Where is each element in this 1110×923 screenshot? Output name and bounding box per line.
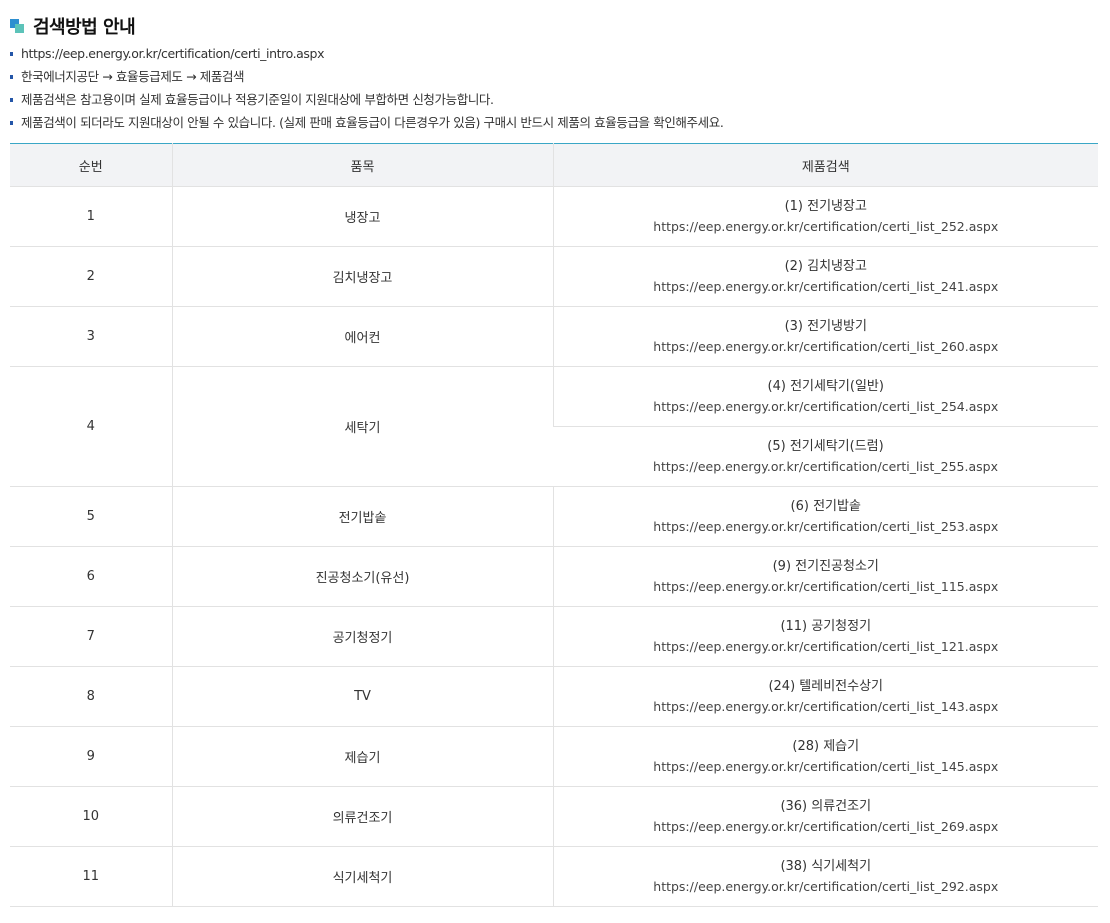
search-url[interactable]: https://eep.energy.or.kr/certification/c… xyxy=(554,517,1099,537)
guide-item-warning: 제품검색이 되더라도 지원대상이 안될 수 있습니다. (실제 판매 효율등급이… xyxy=(10,111,724,134)
row-item: 식기세척기 xyxy=(171,846,553,907)
table-row: 6 진공청소기(유선) (9) 전기진공청소기 https://eep.ener… xyxy=(10,546,1099,607)
row-number: 3 xyxy=(10,306,172,367)
search-url[interactable]: https://eep.energy.or.kr/certification/c… xyxy=(554,217,1099,237)
search-url[interactable]: https://eep.energy.or.kr/certification/c… xyxy=(554,637,1099,657)
row-item: 진공청소기(유선) xyxy=(171,546,553,607)
guide-item-path: 한국에너지공단 → 효율등급제도 → 제품검색 xyxy=(10,65,723,88)
search-label: (28) 제습기 xyxy=(792,738,860,754)
table-row: 3 에어컨 (3) 전기냉방기 https://eep.energy.or.kr… xyxy=(10,306,1099,367)
table-row: 4 세탁기 (4) 전기세탁기(일반) https://eep.energy.o… xyxy=(10,366,1099,487)
table-row: 11 식기세척기 (38) 식기세척기 https://eep.energy.o… xyxy=(10,846,1099,907)
search-url[interactable]: https://eep.energy.or.kr/certification/c… xyxy=(554,397,1099,417)
search-label: (3) 전기냉방기 xyxy=(784,318,867,334)
table-row: 2 김치냉장고 (2) 김치냉장고 https://eep.energy.or.… xyxy=(10,246,1099,307)
search-link[interactable]: (9) 전기진공청소기 https://eep.energy.or.kr/cer… xyxy=(552,546,1099,607)
search-label: (1) 전기냉장고 xyxy=(784,198,867,214)
search-link[interactable]: (6) 전기밥솥 https://eep.energy.or.kr/certif… xyxy=(552,486,1099,547)
search-link[interactable]: (5) 전기세탁기(드럼) https://eep.energy.or.kr/c… xyxy=(553,426,1098,487)
table-row: 8 TV (24) 텔레비전수상기 https://eep.energy.or.… xyxy=(10,666,1099,727)
row-item: 냉장고 xyxy=(171,186,553,247)
search-link[interactable]: (1) 전기냉장고 https://eep.energy.or.kr/certi… xyxy=(552,186,1099,247)
search-label: (6) 전기밥솥 xyxy=(790,498,861,514)
row-item: 전기밥솥 xyxy=(171,486,553,547)
page-title: 검색방법 안내 xyxy=(33,17,136,38)
search-link[interactable]: (28) 제습기 https://eep.energy.or.kr/certif… xyxy=(552,726,1099,787)
row-item: 공기청정기 xyxy=(171,606,553,667)
search-url[interactable]: https://eep.energy.or.kr/certification/c… xyxy=(554,577,1099,597)
square-bullet-icon xyxy=(10,75,13,79)
row-item: 김치냉장고 xyxy=(171,246,553,307)
row-number: 10 xyxy=(10,786,172,847)
column-header-item: 품목 xyxy=(171,143,553,187)
search-link[interactable]: (3) 전기냉방기 https://eep.energy.or.kr/certi… xyxy=(552,306,1099,367)
row-number: 5 xyxy=(10,486,172,547)
table-row: 7 공기청정기 (11) 공기청정기 https://eep.energy.or… xyxy=(10,606,1099,667)
search-link[interactable]: (11) 공기청정기 https://eep.energy.or.kr/cert… xyxy=(552,606,1099,667)
row-number: 2 xyxy=(10,246,172,307)
search-label: (9) 전기진공청소기 xyxy=(772,558,879,574)
search-url[interactable]: https://eep.energy.or.kr/certification/c… xyxy=(554,277,1099,297)
square-bullet-icon xyxy=(10,52,13,56)
two-squares-icon xyxy=(10,18,26,34)
search-url[interactable]: https://eep.energy.or.kr/certification/c… xyxy=(554,757,1099,777)
row-number: 4 xyxy=(10,366,172,487)
search-label: (11) 공기청정기 xyxy=(780,618,872,634)
row-item: 제습기 xyxy=(171,726,553,787)
row-number: 11 xyxy=(10,846,172,907)
row-item: 에어컨 xyxy=(171,306,553,367)
search-url[interactable]: https://eep.energy.or.kr/certification/c… xyxy=(553,457,1098,477)
row-item: TV xyxy=(171,666,553,727)
search-url[interactable]: https://eep.energy.or.kr/certification/c… xyxy=(554,817,1099,837)
guide-item-url[interactable]: https://eep.energy.or.kr/certification/c… xyxy=(10,42,723,65)
row-number: 8 xyxy=(10,666,172,727)
search-label: (5) 전기세탁기(드럼) xyxy=(767,438,884,454)
column-header-search: 제품검색 xyxy=(552,143,1098,187)
row-number: 1 xyxy=(10,186,172,247)
row-number: 6 xyxy=(10,546,172,607)
guide-item-notice: 제품검색은 참고용이며 실제 효율등급이나 적용기준일이 지원대상에 부합하면 … xyxy=(10,88,723,111)
row-number: 7 xyxy=(10,606,172,667)
row-item: 세탁기 xyxy=(171,366,553,487)
table-row: 10 의류건조기 (36) 의류건조기 https://eep.energy.o… xyxy=(10,786,1099,847)
guide-list: https://eep.energy.or.kr/certification/c… xyxy=(10,42,724,134)
search-url[interactable]: https://eep.energy.or.kr/certification/c… xyxy=(554,337,1099,357)
guide-item-text: 한국에너지공단 → 효율등급제도 → 제품검색 xyxy=(21,69,245,84)
table-row: 9 제습기 (28) 제습기 https://eep.energy.or.kr/… xyxy=(10,726,1099,787)
row-number: 9 xyxy=(10,726,172,787)
row-item: 의류건조기 xyxy=(171,786,553,847)
section-title: 검색방법 안내 xyxy=(10,12,136,40)
search-link[interactable]: (38) 식기세척기 https://eep.energy.or.kr/cert… xyxy=(552,846,1099,907)
search-link[interactable]: (24) 텔레비전수상기 https://eep.energy.or.kr/ce… xyxy=(552,666,1099,727)
search-link[interactable]: (36) 의류건조기 https://eep.energy.or.kr/cert… xyxy=(552,786,1099,847)
search-label: (36) 의류건조기 xyxy=(780,798,872,814)
square-bullet-icon xyxy=(10,121,13,125)
guide-item-text: 제품검색은 참고용이며 실제 효율등급이나 적용기준일이 지원대상에 부합하면 … xyxy=(21,92,494,107)
search-link[interactable]: (2) 김치냉장고 https://eep.energy.or.kr/certi… xyxy=(552,246,1099,307)
search-link[interactable]: (4) 전기세탁기(일반) https://eep.energy.or.kr/c… xyxy=(552,366,1099,427)
column-header-no: 순번 xyxy=(10,143,172,187)
square-bullet-icon xyxy=(10,98,13,102)
search-label: (4) 전기세탁기(일반) xyxy=(767,378,884,394)
product-search-table: 순번 품목 제품검색 1 냉장고 (1) 전기냉장고 https://eep.e… xyxy=(10,143,1098,907)
search-url[interactable]: https://eep.energy.or.kr/certification/c… xyxy=(554,697,1099,717)
guide-item-text: 제품검색이 되더라도 지원대상이 안될 수 있습니다. (실제 판매 효율등급이… xyxy=(21,115,724,130)
guide-item-text[interactable]: https://eep.energy.or.kr/certification/c… xyxy=(21,46,324,61)
table-row: 5 전기밥솥 (6) 전기밥솥 https://eep.energy.or.kr… xyxy=(10,486,1099,547)
table-header-row: 순번 품목 제품검색 xyxy=(10,143,1098,187)
search-label: (38) 식기세척기 xyxy=(780,858,872,874)
search-label: (2) 김치냉장고 xyxy=(784,258,867,274)
table-row: 1 냉장고 (1) 전기냉장고 https://eep.energy.or.kr… xyxy=(10,186,1099,247)
search-label: (24) 텔레비전수상기 xyxy=(768,678,884,694)
search-url[interactable]: https://eep.energy.or.kr/certification/c… xyxy=(554,877,1099,897)
